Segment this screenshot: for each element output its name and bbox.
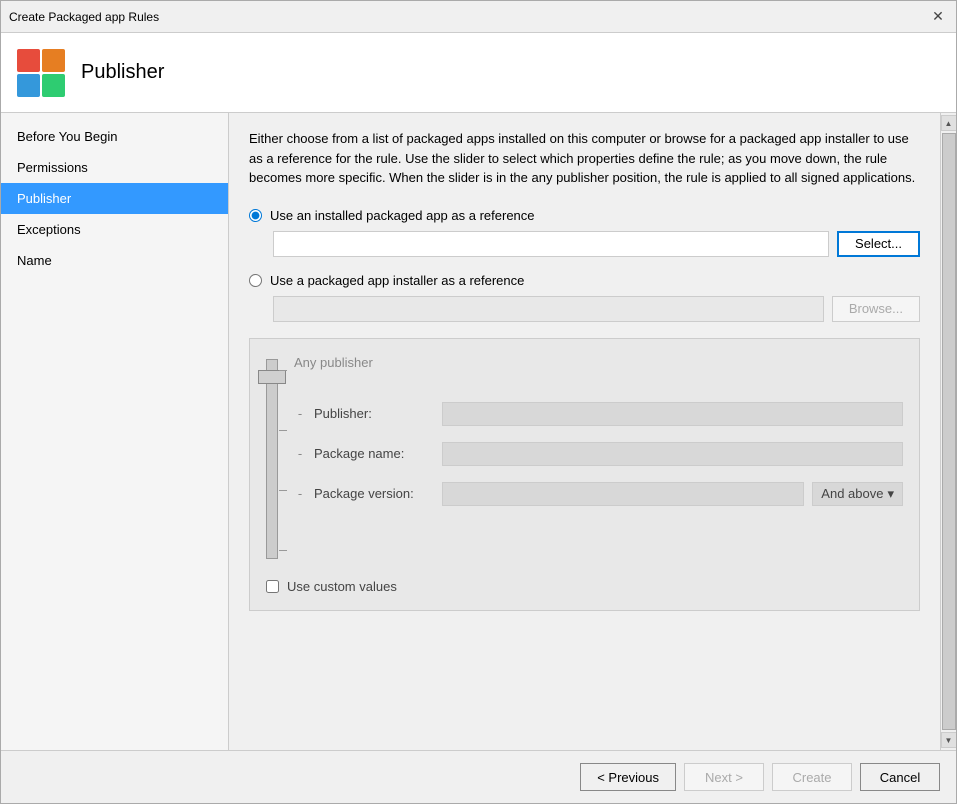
sidebar-item-permissions[interactable]: Permissions [1, 152, 228, 183]
select-button[interactable]: Select... [837, 231, 920, 257]
scroll-down-arrow[interactable]: ▼ [941, 732, 957, 748]
version-input[interactable] [442, 482, 804, 506]
sidebar-item-publisher[interactable]: Publisher [1, 183, 228, 214]
option1-input[interactable] [273, 231, 829, 257]
package-name-dash: - [294, 446, 306, 461]
sidebar: Before You Begin Permissions Publisher E… [1, 113, 229, 750]
publisher-field-row: - Publisher: [294, 402, 903, 426]
scrollbar: ▲ ▼ [940, 113, 956, 750]
package-name-field-row: - Package name: [294, 442, 903, 466]
package-name-field-input[interactable] [442, 442, 903, 466]
scroll-up-arrow[interactable]: ▲ [941, 115, 957, 131]
custom-values-row: Use custom values [266, 579, 903, 594]
version-input-group: And above ▾ [442, 482, 903, 506]
option1-radio[interactable] [249, 209, 262, 222]
description-text: Either choose from a list of packaged ap… [249, 129, 920, 188]
package-version-dash: - [294, 486, 306, 501]
slider-section: Any publisher - Publisher: - Package nam… [249, 338, 920, 611]
previous-button[interactable]: < Previous [580, 763, 676, 791]
cancel-button[interactable]: Cancel [860, 763, 940, 791]
content-area: Either choose from a list of packaged ap… [229, 113, 940, 750]
any-publisher-label: Any publisher [294, 355, 903, 370]
option1-input-row: Select... [273, 231, 920, 257]
main-area: Before You Begin Permissions Publisher E… [1, 113, 956, 750]
footer: < Previous Next > Create Cancel [1, 750, 956, 803]
option2-input[interactable] [273, 296, 824, 322]
package-version-field-row: - Package version: And above ▾ [294, 482, 903, 506]
option1-radio-row: Use an installed packaged app as a refer… [249, 208, 920, 223]
option2-radio-row: Use a packaged app installer as a refere… [249, 273, 920, 288]
custom-values-checkbox[interactable] [266, 580, 279, 593]
scroll-thumb[interactable] [942, 133, 956, 730]
header: Publisher [1, 33, 956, 113]
sidebar-item-name[interactable]: Name [1, 245, 228, 276]
package-name-field-label: Package name: [314, 446, 434, 461]
version-dropdown-label: And above [821, 486, 883, 501]
option2-label: Use a packaged app installer as a refere… [270, 273, 524, 288]
slider-fields: Any publisher - Publisher: - Package nam… [294, 355, 903, 559]
version-dropdown[interactable]: And above ▾ [812, 482, 903, 506]
slider-thumb[interactable] [258, 370, 286, 384]
sidebar-item-before-you-begin[interactable]: Before You Begin [1, 121, 228, 152]
icon-cell-4 [42, 74, 65, 97]
next-button[interactable]: Next > [684, 763, 764, 791]
header-title: Publisher [81, 61, 164, 84]
icon-cell-1 [17, 49, 40, 72]
option1-label: Use an installed packaged app as a refer… [270, 208, 535, 223]
option2-input-row: Browse... [273, 296, 920, 322]
publisher-dash: - [294, 406, 306, 421]
app-icon [17, 49, 65, 97]
browse-button[interactable]: Browse... [832, 296, 920, 322]
title-bar: Create Packaged app Rules ✕ [1, 1, 956, 33]
close-button[interactable]: ✕ [928, 7, 948, 27]
publisher-field-label: Publisher: [314, 406, 434, 421]
package-version-field-label: Package version: [314, 486, 434, 501]
slider-track [266, 359, 278, 559]
custom-values-label: Use custom values [287, 579, 397, 594]
create-button[interactable]: Create [772, 763, 852, 791]
icon-cell-3 [17, 74, 40, 97]
window-title: Create Packaged app Rules [9, 10, 159, 24]
publisher-field-input[interactable] [442, 402, 903, 426]
option2-radio[interactable] [249, 274, 262, 287]
icon-cell-2 [42, 49, 65, 72]
sidebar-item-exceptions[interactable]: Exceptions [1, 214, 228, 245]
main-window: Create Packaged app Rules ✕ Publisher Be… [0, 0, 957, 804]
version-dropdown-arrow: ▾ [887, 486, 894, 502]
